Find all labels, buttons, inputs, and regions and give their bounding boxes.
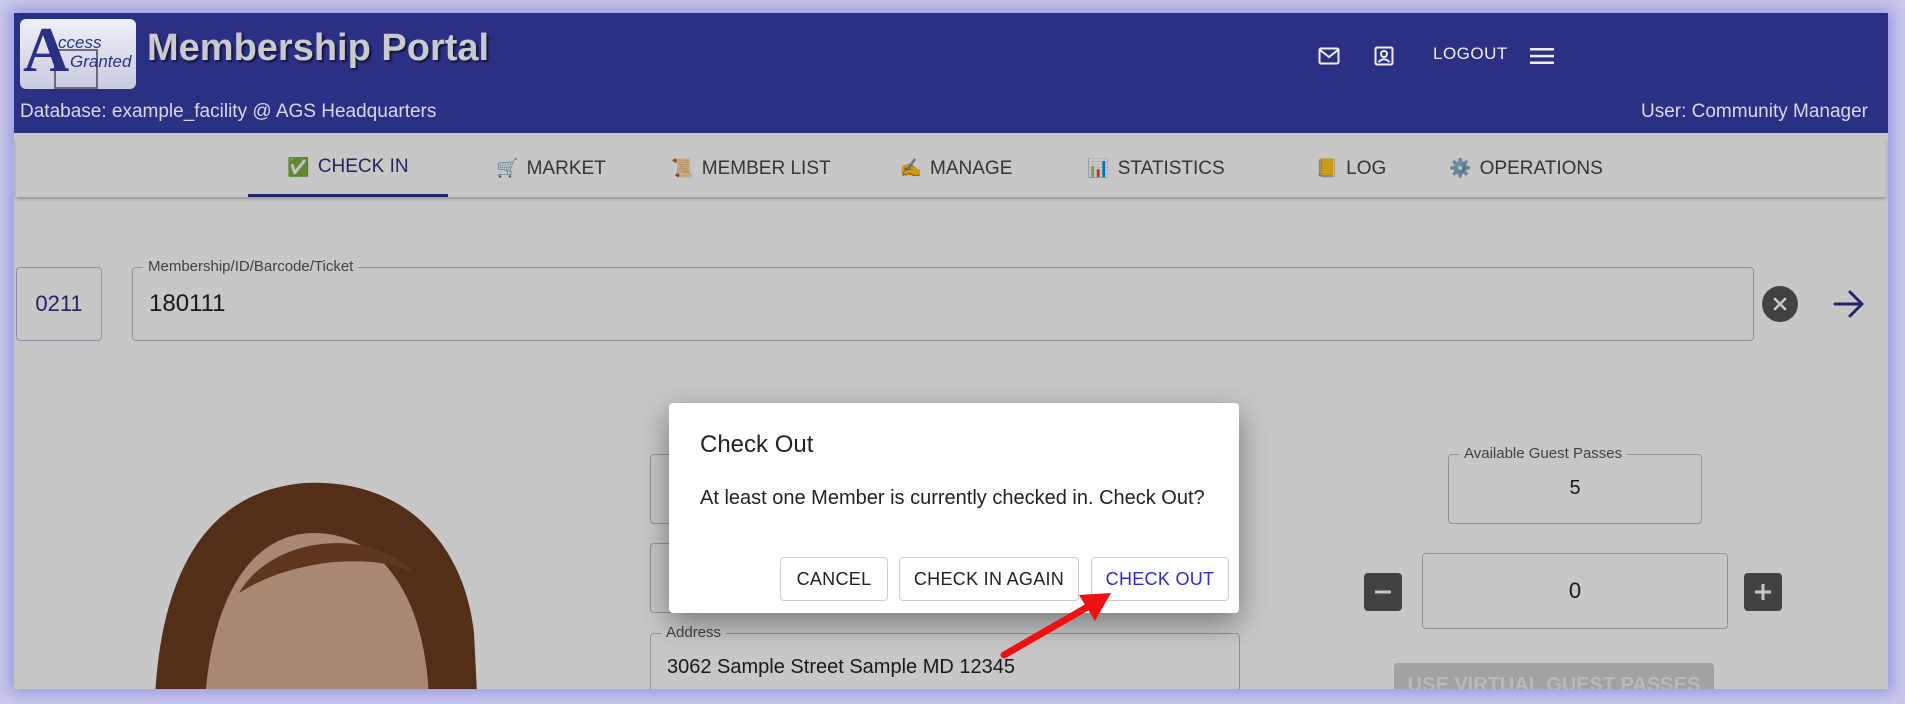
- check-in-again-button[interactable]: CHECK IN AGAIN: [899, 557, 1079, 601]
- hamburger-menu-icon[interactable]: [1527, 41, 1557, 71]
- logo-letter: A: [23, 19, 70, 85]
- logo-text-access: ccess: [58, 33, 102, 52]
- user-info: User: Community Manager: [1640, 101, 1868, 122]
- cancel-button[interactable]: CANCEL: [780, 557, 888, 601]
- mail-icon[interactable]: [1314, 41, 1344, 71]
- account-box-icon[interactable]: [1369, 41, 1399, 71]
- logo-text-granted: Granted: [70, 52, 132, 71]
- dialog-title: Check Out: [700, 431, 814, 458]
- access-granted-logo: A ccess Granted: [20, 19, 136, 89]
- check-out-button[interactable]: CHECK OUT: [1091, 557, 1229, 601]
- check-out-dialog: Check Out At least one Member is current…: [669, 403, 1239, 613]
- database-info: Database: example_facility @ AGS Headqua…: [20, 101, 437, 122]
- dialog-message: At least one Member is currently checked…: [700, 487, 1205, 509]
- app-title: Membership Portal: [147, 27, 490, 69]
- app-window: A ccess Granted Membership Portal Databa…: [14, 13, 1888, 689]
- app-header: A ccess Granted Membership Portal Databa…: [14, 13, 1888, 133]
- logout-button[interactable]: LOGOUT: [1433, 44, 1508, 64]
